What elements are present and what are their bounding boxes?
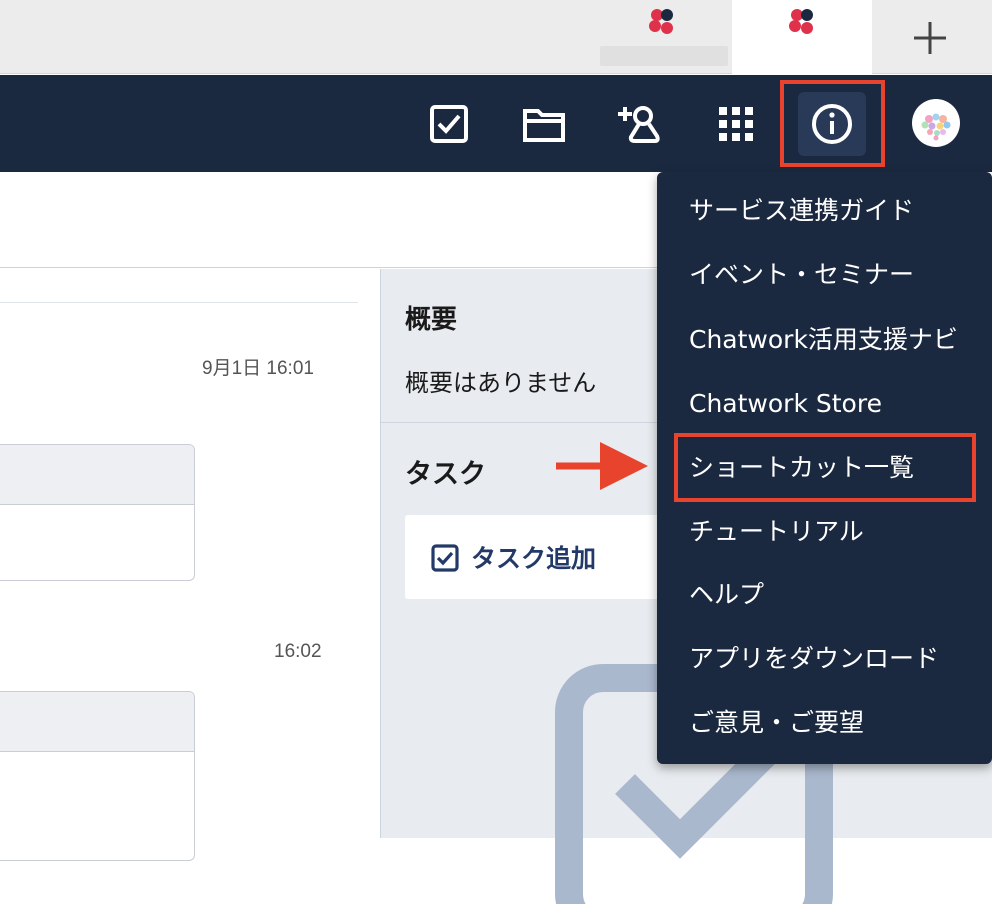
menu-item-help[interactable]: ヘルプ <box>689 580 764 610</box>
shortcut-item-highlight-frame <box>674 433 976 502</box>
browser-tab-strip <box>0 0 992 75</box>
menu-item-download-app[interactable]: アプリをダウンロード <box>689 644 939 674</box>
overview-text: 概要はありません <box>405 369 597 397</box>
add-contact-button[interactable] <box>614 99 664 149</box>
message-timestamp: 9月1日 16:01 <box>202 358 314 379</box>
browser-tab-inactive[interactable] <box>600 0 728 74</box>
add-task-label: タスク追加 <box>471 544 597 573</box>
info-button-highlight-frame <box>780 80 885 167</box>
task-check-icon <box>430 105 468 143</box>
new-tab-plus-icon[interactable] <box>910 18 950 58</box>
avatar[interactable] <box>912 99 960 147</box>
tab-title-placeholder <box>600 46 728 66</box>
add-task-button[interactable]: タスク追加 <box>405 515 685 599</box>
task-heading: タスク <box>405 459 486 490</box>
chatwork-flower-icon <box>649 9 673 34</box>
menu-item-feedback[interactable]: ご意見・ご要望 <box>689 708 864 738</box>
task-button[interactable] <box>424 99 474 149</box>
chat-subheader <box>0 172 657 268</box>
menu-item-chatwork-store[interactable]: Chatwork Store <box>689 389 882 419</box>
file-button[interactable] <box>519 99 569 149</box>
app-header <box>0 75 992 172</box>
annotation-arrow-icon <box>556 442 648 490</box>
folder-icon <box>523 109 565 142</box>
task-check-icon <box>431 544 459 572</box>
chat-timeline: 9月1日 16:01 16:02 <box>0 269 380 861</box>
menu-item-support-navi[interactable]: Chatwork活用支援ナビ <box>689 325 958 355</box>
browser-tab-active[interactable] <box>732 0 872 75</box>
message-timestamp: 16:02 <box>274 641 322 662</box>
add-contact-icon <box>618 106 660 143</box>
message-attachment-card[interactable] <box>0 691 195 861</box>
overview-heading: 概要 <box>405 305 458 335</box>
message-attachment-card[interactable] <box>0 444 195 581</box>
heart-collage-icon <box>921 113 951 141</box>
apps-button[interactable] <box>711 99 761 149</box>
menu-item-events-seminars[interactable]: イベント・セミナー <box>689 260 914 290</box>
chatwork-flower-icon <box>789 9 813 34</box>
menu-item-service-guide[interactable]: サービス連携ガイド <box>689 196 914 226</box>
apps-grid-icon <box>719 107 753 141</box>
divider <box>0 302 358 303</box>
menu-item-tutorial[interactable]: チュートリアル <box>689 517 864 547</box>
